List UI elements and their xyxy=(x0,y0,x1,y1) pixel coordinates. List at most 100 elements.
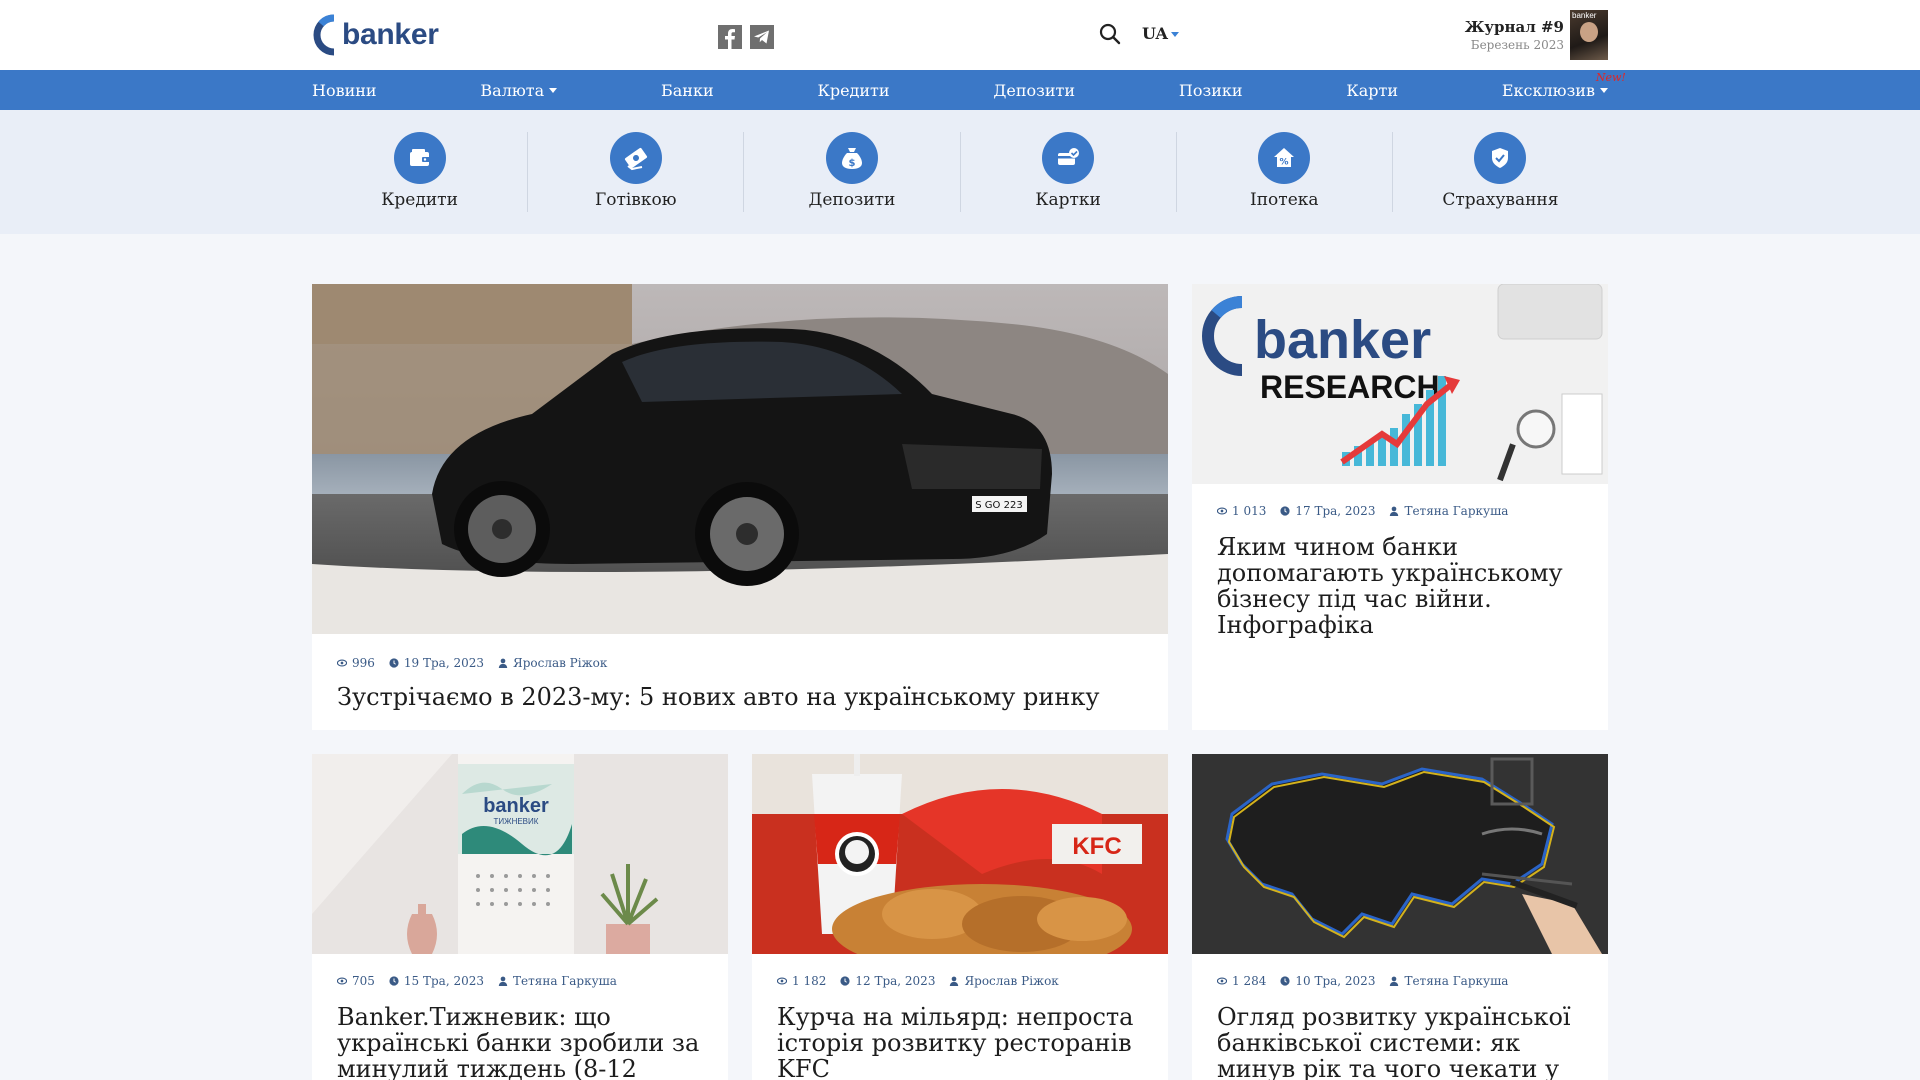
chevron-down-icon xyxy=(1599,87,1608,93)
nav-item-label: Депозити xyxy=(993,80,1076,100)
article-card[interactable]: banker ТИЖНЕВИК 705 15 Тра, 2023 Тетяна … xyxy=(312,754,728,1080)
nav-item-exclusive[interactable]: Ексклюзив New! xyxy=(1501,71,1626,100)
facebook-icon[interactable] xyxy=(718,25,742,49)
nav-item-deposits[interactable]: Депозити xyxy=(993,81,1075,100)
user-icon xyxy=(950,976,959,986)
article-author: Ярослав Ріжок xyxy=(964,974,1059,988)
quick-categories-row: Кредити Готівкою $ Депозити Картки % Іпо… xyxy=(312,132,1608,212)
article-image-research: banker RESEARCH xyxy=(1192,284,1608,484)
journal-cover-image: banker xyxy=(1570,10,1608,60)
article-meta: 705 15 Тра, 2023 Тетяна Гаркуша xyxy=(337,974,617,988)
views-count: 1 013 xyxy=(1232,504,1267,518)
journal-cover-portrait xyxy=(1580,22,1598,42)
search-icon[interactable] xyxy=(1098,22,1122,46)
user-icon xyxy=(498,976,508,986)
wallet-icon xyxy=(393,132,446,184)
side-article-card[interactable]: banker RESEARCH 1 013 17 Тра, 2023 Тетян… xyxy=(1192,284,1608,730)
eye-icon xyxy=(1217,977,1227,985)
research-image-title: banker xyxy=(1254,310,1431,370)
article-image-kfc: KFC xyxy=(752,754,1168,954)
views-count: 996 xyxy=(352,656,375,670)
article-date: 15 Тра, 2023 xyxy=(403,974,484,988)
calendar-image-subtitle: ТИЖНЕВИК xyxy=(494,817,539,826)
clock-icon xyxy=(389,976,399,986)
views-count: 1 284 xyxy=(1232,974,1267,988)
nav-item-credits[interactable]: Кредити xyxy=(817,81,889,100)
article-title: Курча на мільярд: непроста історія розви… xyxy=(777,1003,1134,1080)
views-count: 705 xyxy=(352,974,375,988)
clock-icon xyxy=(389,658,399,668)
quick-item-label: Готівкою xyxy=(594,190,677,210)
quick-item-deposits[interactable]: $ Депозити xyxy=(744,132,961,212)
nav-item-label: Кредити xyxy=(817,80,890,100)
quick-item-label: Страхування xyxy=(1442,190,1559,210)
eye-icon xyxy=(1217,507,1227,515)
nav-item-news[interactable]: Новини xyxy=(312,81,377,100)
user-icon xyxy=(498,658,508,668)
clock-icon xyxy=(840,976,850,986)
article-meta: 1 013 17 Тра, 2023 Тетяна Гаркуша xyxy=(1217,504,1508,518)
logo-text: banker xyxy=(342,18,439,51)
journal-text: Журнал #9 Березень 2023 xyxy=(1465,18,1564,52)
calendar-image-title: banker xyxy=(483,795,549,817)
nav-item-label: Карти xyxy=(1346,80,1399,100)
article-image-calendar: banker ТИЖНЕВИК xyxy=(312,754,728,954)
research-image-subtitle: RESEARCH xyxy=(1260,369,1440,405)
article-meta: 1 182 12 Тра, 2023 Ярослав Ріжок xyxy=(777,974,1059,988)
featured-article-card[interactable]: S GO 223 996 19 Тра, 2023 Ярослав Ріжок … xyxy=(312,284,1168,730)
kfc-sign: KFC xyxy=(1072,833,1121,860)
article-author: Ярослав Ріжок xyxy=(513,656,608,670)
nav-item-cards[interactable]: Карти xyxy=(1346,81,1398,100)
article-date: 12 Тра, 2023 xyxy=(855,974,936,988)
article-title: Зустрічаємо в 2023-му: 5 нових авто на у… xyxy=(337,683,1100,711)
shield-check-icon xyxy=(1474,132,1527,184)
article-image-car: S GO 223 xyxy=(312,284,1168,634)
journal-cover-title: banker xyxy=(1572,11,1597,20)
nav-item-banks[interactable]: Банки xyxy=(661,81,714,100)
nav-item-label: Банки xyxy=(661,80,714,100)
eye-icon xyxy=(337,659,347,667)
nav-item-currency[interactable]: Валюта xyxy=(480,80,558,100)
article-author: Тетяна Гаркуша xyxy=(1404,974,1509,988)
article-card[interactable]: 1 284 10 Тра, 2023 Тетяна Гаркуша Огляд … xyxy=(1192,754,1608,1080)
top-header: banker UA Журнал #9 Березень 2023 banker xyxy=(0,0,1920,70)
article-meta: 1 284 10 Тра, 2023 Тетяна Гаркуша xyxy=(1217,974,1508,988)
chevron-down-icon xyxy=(549,87,558,93)
nav-item-loans[interactable]: Позики xyxy=(1179,81,1243,100)
cash-icon xyxy=(609,132,662,184)
site-logo[interactable]: banker xyxy=(312,10,439,60)
card-check-icon xyxy=(1042,132,1095,184)
quick-item-cash[interactable]: Готівкою xyxy=(528,132,745,212)
telegram-icon[interactable] xyxy=(750,25,774,49)
nav-item-label: Валюта xyxy=(480,80,545,100)
journal-link[interactable]: Журнал #9 Березень 2023 banker xyxy=(1465,10,1608,60)
svg-text:%: % xyxy=(1280,158,1289,168)
eye-icon xyxy=(777,977,787,985)
clock-icon xyxy=(1280,506,1290,516)
nav-item-label: Ексклюзив xyxy=(1501,80,1595,100)
quick-item-insurance[interactable]: Страхування xyxy=(1393,132,1608,212)
house-percent-icon: % xyxy=(1258,132,1311,184)
quick-item-label: Картки xyxy=(1035,190,1101,210)
license-plate: S GO 223 xyxy=(975,500,1022,511)
quick-item-cards[interactable]: Картки xyxy=(961,132,1177,212)
quick-categories: Кредити Готівкою $ Депозити Картки % Іпо… xyxy=(0,110,1920,234)
quick-item-credits[interactable]: Кредити xyxy=(312,132,529,212)
svg-text:$: $ xyxy=(848,158,855,169)
quick-item-mortgage[interactable]: % Іпотека xyxy=(1177,132,1393,212)
quick-item-label: Кредити xyxy=(381,190,458,210)
article-card[interactable]: KFC 1 182 12 Тра, 2023 Ярослав Ріжок Кур… xyxy=(752,754,1168,1080)
eye-icon xyxy=(337,977,347,985)
clock-icon xyxy=(1280,976,1290,986)
money-bag-icon: $ xyxy=(825,132,878,184)
language-label: UA xyxy=(1142,24,1168,43)
logo-mark-icon xyxy=(313,14,335,56)
article-title: Огляд розвитку української банківської с… xyxy=(1217,1003,1571,1080)
journal-date: Березень 2023 xyxy=(1470,38,1564,52)
chevron-down-icon xyxy=(1170,32,1179,37)
nav-item-label: Новини xyxy=(312,80,377,100)
article-author: Тетяна Гаркуша xyxy=(513,974,617,988)
language-selector[interactable]: UA xyxy=(1142,24,1179,43)
article-image-ukraine-map xyxy=(1192,754,1608,954)
article-author: Тетяна Гаркуша xyxy=(1404,504,1509,518)
